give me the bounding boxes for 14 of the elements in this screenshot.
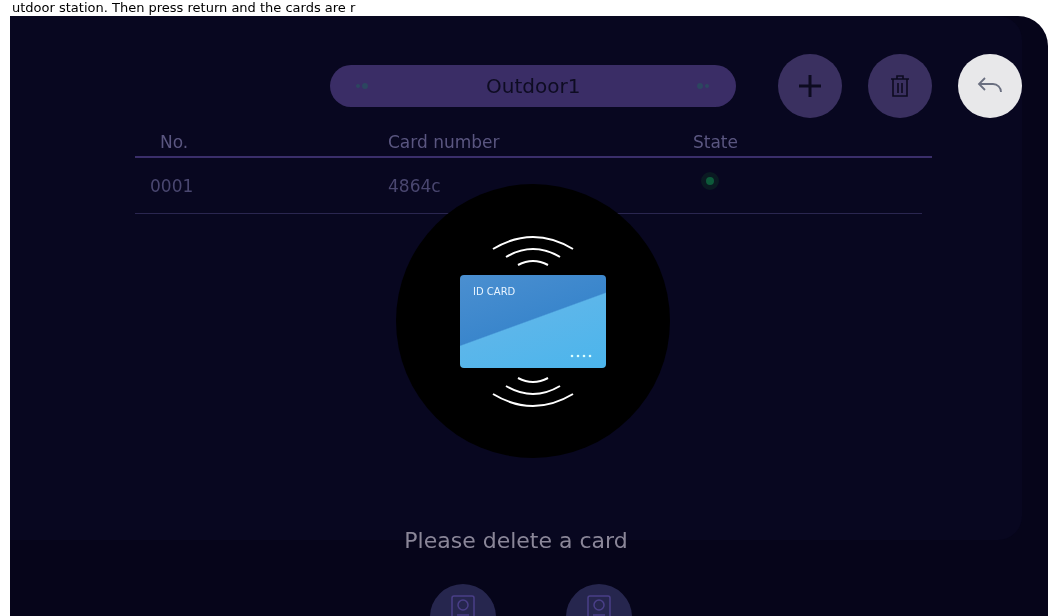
dots-icon [356, 83, 370, 89]
column-header: Card number [388, 132, 501, 152]
caption-text: utdoor station. Then press return and the cards are r [11, 0, 357, 16]
id-card-drawing: ID CARD [460, 274, 606, 368]
table-cell-text: 0001 [149, 175, 195, 196]
column-header: State [693, 132, 738, 152]
dots-icon [570, 353, 594, 358]
prompt-text: Please delete a card [404, 528, 628, 553]
table-cell-text: 4864c [388, 175, 442, 196]
dots-icon [696, 83, 711, 89]
column-header: No. [159, 132, 190, 152]
plus-icon [797, 73, 824, 99]
device-selector[interactable]: Outdoor1 [330, 65, 737, 107]
trash-icon [890, 74, 911, 98]
